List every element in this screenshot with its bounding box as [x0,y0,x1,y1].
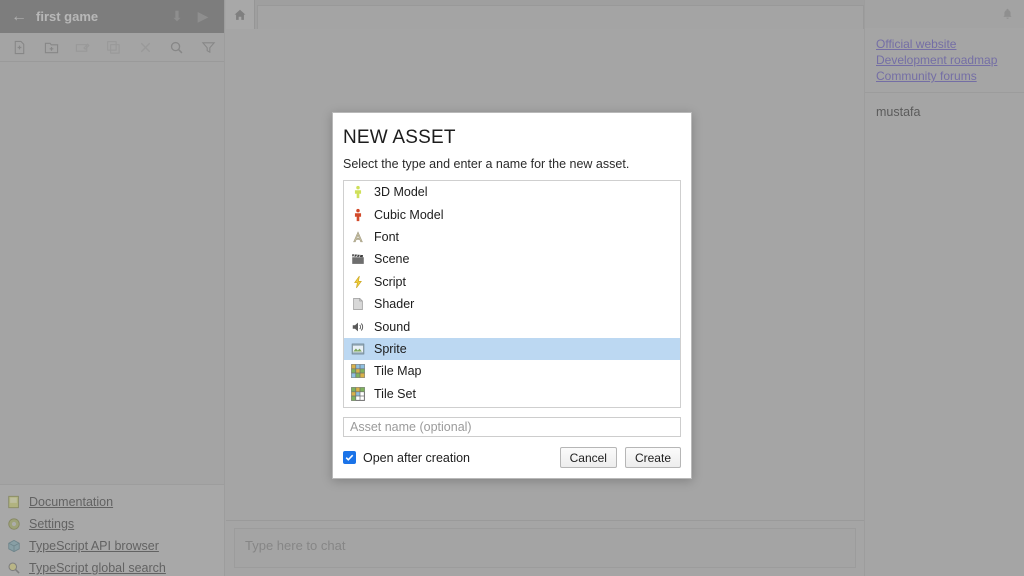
asset-type-font[interactable]: Font [344,226,680,248]
dialog-footer: Open after creation Cancel Create [343,447,681,468]
asset-type-list[interactable]: 3D Model Cubic Model Font Scene Script S… [343,180,681,408]
asset-type-3d-model[interactable]: 3D Model [344,181,680,203]
asset-type-label: Font [374,229,400,244]
asset-type-tile-map[interactable]: Tile Map [344,360,680,382]
new-asset-dialog: NEW ASSET Select the type and enter a na… [332,112,692,479]
checkbox-checked-icon [343,451,356,464]
asset-type-label: Cubic Model [374,207,444,222]
asset-type-label: Script [374,274,406,289]
asset-type-label: 3D Model [374,185,428,200]
asset-type-sound[interactable]: Sound [344,315,680,337]
asset-type-label: Sound [374,319,411,334]
asset-type-label: Tile Map [374,364,422,379]
open-after-creation-checkbox[interactable]: Open after creation [343,451,552,465]
asset-type-scene[interactable]: Scene [344,248,680,270]
asset-type-label: Sprite [374,341,407,356]
sprite-image-icon [350,341,366,357]
shader-page-icon [350,296,366,312]
asset-type-label: Shader [374,297,415,312]
asset-type-label: Scene [374,252,410,267]
asset-type-label: Tile Set [374,386,416,401]
app-window: ← first game ⬇ ▶ Documentation Settings … [0,0,1024,576]
asset-type-cubic-model[interactable]: Cubic Model [344,203,680,225]
asset-type-sprite[interactable]: Sprite [344,337,680,361]
model-3d-icon [350,184,366,200]
script-lightning-icon [350,274,366,290]
asset-type-shader[interactable]: Shader [344,293,680,315]
sound-speaker-icon [350,319,366,335]
font-icon [350,229,366,245]
tile-map-icon [351,364,365,379]
dialog-title: NEW ASSET [343,127,456,148]
asset-type-tile-set[interactable]: Tile Set [344,383,680,405]
tile-set-icon [351,386,365,401]
dialog-subtitle: Select the type and enter a name for the… [343,157,630,171]
cubic-model-icon [350,207,366,223]
asset-name-input[interactable] [343,417,681,437]
asset-type-script[interactable]: Script [344,271,680,293]
create-button[interactable]: Create [624,447,681,468]
checkbox-label: Open after creation [363,450,471,465]
scene-clapperboard-icon [350,251,366,267]
cancel-button[interactable]: Cancel [559,447,617,468]
